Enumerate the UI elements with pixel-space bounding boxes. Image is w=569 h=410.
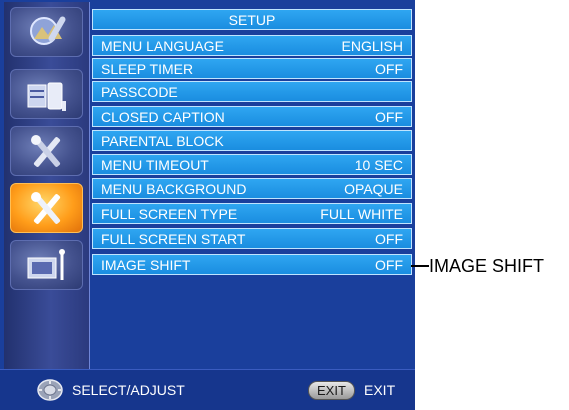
- setup-tools-icon: [31, 192, 61, 224]
- osd-menu-panel: SETUP MENU LANGUAGE ENGLISH SLEEP TIMER …: [0, 0, 415, 410]
- picture-adjust-icon: [30, 16, 66, 45]
- menu-item-menu-timeout[interactable]: MENU TIMEOUT 10 SEC: [92, 154, 412, 175]
- exit-button[interactable]: EXIT: [308, 381, 355, 400]
- menu-item-label: CLOSED CAPTION: [101, 109, 225, 125]
- menu-item-label: FULL SCREEN START: [101, 231, 246, 247]
- menu-item-value: OFF: [375, 61, 403, 77]
- menu-item-value: OFF: [375, 109, 403, 125]
- callout-label: IMAGE SHIFT: [429, 256, 545, 276]
- menu-item-sleep-timer[interactable]: SLEEP TIMER OFF: [92, 58, 412, 79]
- category-image[interactable]: [10, 69, 83, 119]
- menu-item-label: SLEEP TIMER: [101, 61, 194, 77]
- menu-item-label: PASSCODE: [101, 84, 178, 100]
- category-tv[interactable]: [10, 240, 83, 290]
- menu-item-label: MENU LANGUAGE: [101, 38, 224, 54]
- tv-antenna-icon: [27, 249, 65, 280]
- menu-item-label: FULL SCREEN TYPE: [101, 206, 238, 222]
- menu-footer: SELECT/ADJUST EXIT EXIT: [0, 369, 415, 410]
- select-adjust-label: SELECT/ADJUST: [72, 382, 185, 398]
- menu-title: SETUP: [92, 9, 412, 30]
- menu-item-value: 10 SEC: [354, 157, 403, 173]
- menu-item-value: FULL WHITE: [320, 206, 403, 222]
- menu-item-image-shift[interactable]: IMAGE SHIFT OFF: [92, 254, 412, 275]
- category-picture[interactable]: [10, 7, 83, 57]
- menu-item-label: PARENTAL BLOCK: [101, 133, 224, 149]
- menu-item-value: OPAQUE: [344, 181, 403, 197]
- menu-item-label: IMAGE SHIFT: [101, 257, 191, 273]
- menu-item-value: ENGLISH: [341, 38, 403, 54]
- menu-item-label: MENU BACKGROUND: [101, 181, 247, 197]
- exit-label: EXIT: [364, 382, 396, 398]
- image-config-icon: [27, 82, 66, 111]
- category-sidebar: [4, 2, 90, 369]
- menu-item-full-screen-start[interactable]: FULL SCREEN START OFF: [92, 228, 412, 249]
- menu-item-value: OFF: [375, 257, 403, 273]
- menu-item-value: OFF: [375, 231, 403, 247]
- menu-item-menu-background[interactable]: MENU BACKGROUND OPAQUE: [92, 178, 412, 199]
- menu-item-closed-caption[interactable]: CLOSED CAPTION OFF: [92, 106, 412, 127]
- menu-title-label: SETUP: [228, 12, 276, 28]
- category-setup[interactable]: [10, 183, 83, 233]
- menu-item-menu-language[interactable]: MENU LANGUAGE ENGLISH: [92, 35, 412, 56]
- menu-item-full-screen-type[interactable]: FULL SCREEN TYPE FULL WHITE: [92, 203, 412, 224]
- joystick-icon: [37, 379, 63, 401]
- category-tools[interactable]: [10, 126, 83, 176]
- tools-icon: [31, 135, 61, 167]
- menu-item-label: MENU TIMEOUT: [101, 157, 209, 173]
- menu-item-parental-block[interactable]: PARENTAL BLOCK: [92, 130, 412, 151]
- callout-line: [411, 265, 429, 267]
- menu-item-passcode[interactable]: PASSCODE: [92, 81, 412, 102]
